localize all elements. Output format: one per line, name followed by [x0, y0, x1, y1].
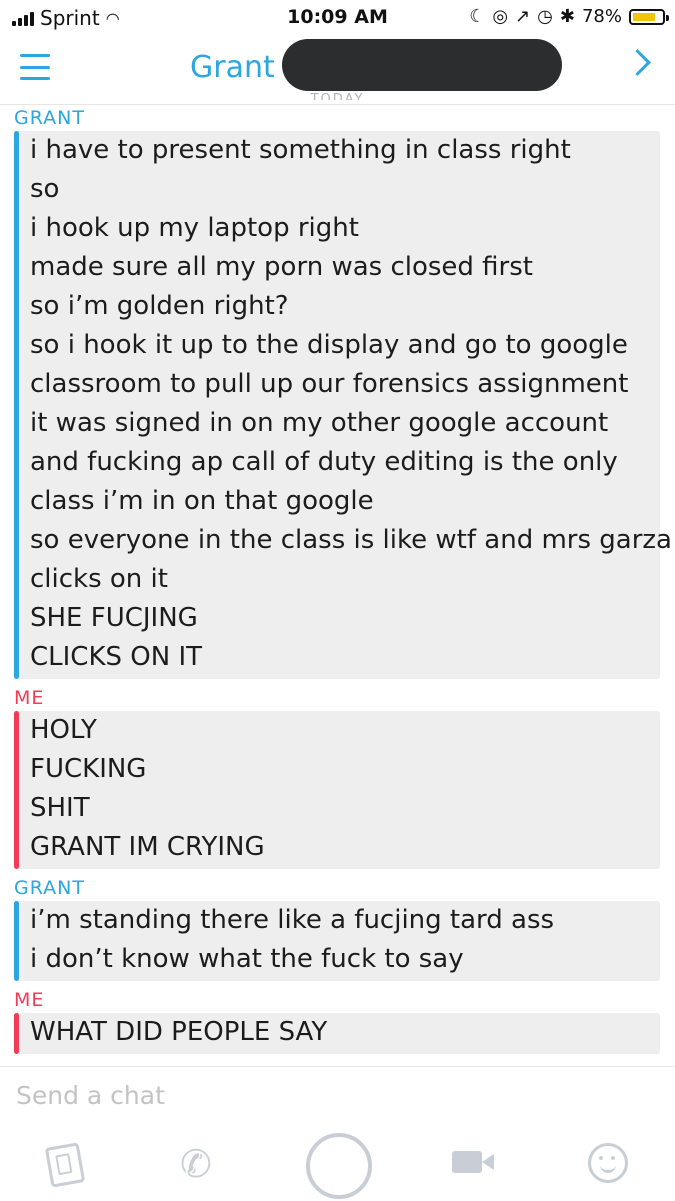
moon-icon: ☾: [469, 6, 486, 27]
message-line: and fucking ap call of duty editing is t…: [30, 447, 618, 477]
status-icons: ☾ ◎ ↗ ◷ ✱ 78%: [469, 6, 669, 27]
message-line: class i’m in on that google: [30, 486, 374, 516]
sender-label: GRANT: [14, 877, 85, 899]
contact-name[interactable]: Grant: [190, 50, 275, 85]
rotation-lock-icon: ◎: [492, 6, 509, 27]
message-block[interactable]: WHAT DID PEOPLE SAY: [14, 1013, 660, 1054]
message-line: HOLY: [30, 715, 97, 745]
sender-color-rail: [14, 711, 19, 869]
sender-label: ME: [14, 687, 45, 709]
redaction-bar: [282, 39, 562, 91]
sender-color-rail: [14, 901, 19, 981]
message-line: it was signed in on my other google acco…: [30, 408, 609, 438]
message-line: so i’m golden right?: [30, 291, 289, 321]
message-line: made sure all my porn was closed first: [30, 252, 533, 282]
battery-icon: [629, 8, 669, 25]
message-block[interactable]: i’m standing there like a fucjing tard a…: [14, 901, 660, 981]
message-block[interactable]: i have to present something in class rig…: [14, 131, 672, 679]
video-icon[interactable]: [452, 1151, 494, 1173]
message-line: classroom to pull up our forensics assig…: [30, 369, 629, 399]
menu-icon[interactable]: [20, 54, 50, 80]
composer: ✆: [0, 1066, 675, 1201]
message-block[interactable]: HOLY FUCKING SHIT GRANT IM CRYING: [14, 711, 660, 869]
message-line: SHIT: [30, 793, 90, 823]
memories-icon[interactable]: [44, 1142, 86, 1188]
sender-color-rail: [14, 1013, 19, 1054]
status-bar: Sprint ◠ 10:09 AM ☾ ◎ ↗ ◷ ✱ 78%: [0, 0, 675, 36]
battery-percent: 78%: [581, 6, 622, 27]
date-separator: TODAY: [310, 92, 365, 100]
message-line: i hook up my laptop right: [30, 213, 359, 243]
message-line: i’m standing there like a fucjing tard a…: [30, 905, 555, 935]
message-line: so: [30, 174, 60, 204]
sender-label: GRANT: [14, 107, 85, 129]
message-line: i have to present something in class rig…: [30, 135, 571, 165]
message-line: GRANT IM CRYING: [30, 832, 265, 862]
phone-icon[interactable]: ✆: [180, 1145, 212, 1183]
sender-label: ME: [14, 989, 45, 1011]
message-line: clicks on it: [30, 564, 168, 594]
message-line: FUCKING: [30, 754, 147, 784]
message-line: CLICKS ON IT: [30, 642, 203, 672]
message-line: so everyone in the class is like wtf and…: [30, 525, 672, 555]
message-line: SHE FUCJING: [30, 603, 198, 633]
capture-button[interactable]: [306, 1133, 372, 1199]
message-line: WHAT DID PEOPLE SAY: [30, 1017, 328, 1047]
battery-fill: [633, 12, 655, 21]
sender-color-rail: [14, 131, 19, 679]
message-line: i don’t know what the fuck to say: [30, 944, 464, 974]
location-icon: ↗: [515, 6, 531, 27]
chevron-right-icon[interactable]: [624, 49, 651, 76]
message-line: so i hook it up to the display and go to…: [30, 330, 628, 360]
emoji-icon[interactable]: [588, 1143, 628, 1183]
alarm-icon: ◷: [537, 6, 553, 27]
chat-input[interactable]: [16, 1081, 516, 1110]
bluetooth-icon: ✱: [559, 6, 575, 27]
